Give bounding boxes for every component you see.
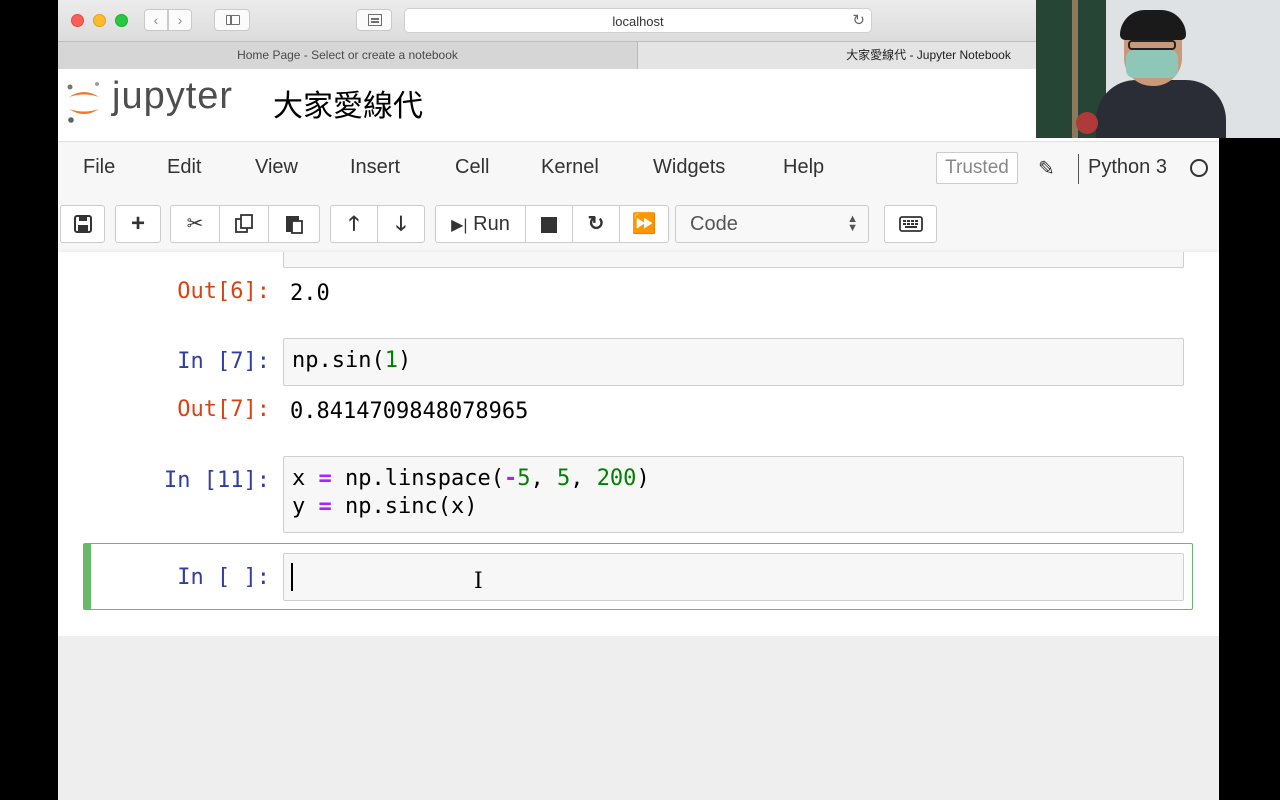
code-line: np.sin(1) xyxy=(292,348,411,373)
address-bar[interactable]: localhost ↻ xyxy=(404,8,872,33)
run-button-label: Run xyxy=(473,213,510,235)
stop-icon xyxy=(541,216,557,233)
input-prompt: In [7]: xyxy=(177,349,270,374)
reload-icon[interactable]: ↻ xyxy=(852,11,865,29)
code-number: 5 xyxy=(556,466,571,491)
run-button[interactable]: ▶| Run xyxy=(435,205,526,243)
code-operator: - xyxy=(503,466,518,491)
kernel-idle-indicator-icon xyxy=(1190,159,1208,177)
plus-icon: + xyxy=(130,210,145,237)
save-button[interactable] xyxy=(60,205,105,243)
back-button[interactable]: ‹ xyxy=(144,9,168,31)
chevron-right-icon: › xyxy=(177,12,183,28)
code-number: 200 xyxy=(596,466,637,491)
menu-view[interactable]: View xyxy=(255,156,298,179)
select-arrows-icon: ▲ ▼ xyxy=(847,213,858,234)
restart-icon: ↻ xyxy=(587,213,605,235)
cam-face-mask xyxy=(1126,50,1178,78)
edit-pencil-icon[interactable]: ✎ xyxy=(1038,156,1055,181)
jupyter-logo-text: jupyter xyxy=(112,75,234,117)
insert-cell-button[interactable]: + xyxy=(115,205,161,243)
save-icon xyxy=(73,215,92,233)
code-number: 5 xyxy=(517,466,531,491)
cam-flag-patch xyxy=(1076,112,1098,134)
output-prompt: Out[6]: xyxy=(177,279,270,304)
keyboard-icon xyxy=(898,216,923,232)
input-prompt: In [11]: xyxy=(164,468,270,493)
code-line: y = np.sinc(x) xyxy=(292,494,478,519)
menu-kernel[interactable]: Kernel xyxy=(541,156,599,179)
interrupt-kernel-button[interactable] xyxy=(525,205,573,243)
minimize-window-button[interactable] xyxy=(93,14,106,27)
cam-person-hair xyxy=(1120,10,1186,40)
output-prompt: Out[7]: xyxy=(177,397,270,422)
forward-button[interactable]: › xyxy=(168,9,192,31)
kernel-name: Python 3 xyxy=(1088,156,1167,178)
cell-output: 0.8414709848078965 xyxy=(290,399,529,424)
code-number: 1 xyxy=(384,348,398,373)
close-window-button[interactable] xyxy=(71,14,84,27)
zoom-window-button[interactable] xyxy=(115,14,128,27)
code-operator: = xyxy=(318,494,332,519)
sidebar-icon xyxy=(226,15,240,25)
sidebar-toggle-button[interactable] xyxy=(214,9,250,31)
cell-output: 2.0 xyxy=(290,281,330,306)
menu-cell[interactable]: Cell xyxy=(455,156,489,179)
menu-edit[interactable]: Edit xyxy=(167,156,201,179)
notebook-container: Out[6]: 2.0 In [7]: np.sin(1) Out[7]: 0.… xyxy=(58,252,1219,636)
move-down-button[interactable]: 🡓 xyxy=(377,205,425,243)
menu-widgets[interactable]: Widgets xyxy=(653,156,725,179)
trusted-indicator[interactable]: Trusted xyxy=(936,152,1018,184)
arrow-down-icon: 🡓 xyxy=(395,213,407,235)
paste-icon xyxy=(286,216,303,234)
chevron-left-icon: ‹ xyxy=(153,12,159,28)
cell-type-select[interactable]: Code ▲ ▼ xyxy=(675,205,869,243)
arrow-up-icon: 🡑 xyxy=(348,213,360,235)
step-forward-icon: ▶| xyxy=(451,217,468,234)
code-cell-input-partial[interactable] xyxy=(283,252,1184,268)
fast-forward-icon: ⏩ xyxy=(631,213,657,235)
tab-home-page[interactable]: Home Page - Select or create a notebook xyxy=(58,42,638,69)
jupyter-logo-icon[interactable] xyxy=(66,79,102,125)
menu-file[interactable]: File xyxy=(83,156,115,179)
cam-glasses xyxy=(1128,40,1176,50)
code-token: ( xyxy=(371,348,385,373)
code-token: ) xyxy=(397,348,412,373)
copy-icon xyxy=(235,214,253,233)
restart-kernel-button[interactable]: ↻ xyxy=(572,205,620,243)
reader-icon xyxy=(368,14,382,26)
menu-insert[interactable]: Insert xyxy=(350,156,400,179)
notebook-title[interactable]: 大家愛線代 xyxy=(273,81,423,125)
input-prompt: In [ ]: xyxy=(177,565,270,590)
text-cursor xyxy=(291,563,293,591)
cam-person-body xyxy=(1096,80,1226,138)
menubar: File Edit View Insert Cell Kernel Widget… xyxy=(58,142,1219,195)
webcam-overlay xyxy=(1036,0,1280,138)
menu-help[interactable]: Help xyxy=(783,156,824,179)
scissors-icon: ✂ xyxy=(186,213,204,235)
kernel-divider xyxy=(1078,154,1079,184)
move-up-button[interactable]: 🡑 xyxy=(330,205,378,243)
paste-button[interactable] xyxy=(268,205,320,243)
code-operator: = xyxy=(318,466,332,491)
cell-type-value: Code xyxy=(690,213,738,235)
restart-run-all-button[interactable]: ⏩ xyxy=(619,205,669,243)
code-cell-input-active[interactable] xyxy=(283,553,1184,601)
cut-button[interactable]: ✂ xyxy=(170,205,220,243)
code-line: x = np.linspace(-5, 5, 200) xyxy=(292,466,650,491)
code-cell-input[interactable]: x = np.linspace(-5, 5, 200) y = np.sinc(… xyxy=(283,456,1184,533)
code-token: np.sin xyxy=(292,348,372,373)
notebook-toolbar: + ✂ 🡑 🡓 ▶| Run ↻ ⏩ Code ▲ ▼ xyxy=(58,194,1219,252)
copy-button[interactable] xyxy=(219,205,269,243)
code-cell-input[interactable]: np.sin(1) xyxy=(283,338,1184,386)
notebook-background xyxy=(58,636,1219,800)
command-palette-button[interactable] xyxy=(884,205,937,243)
reader-button[interactable] xyxy=(356,9,392,31)
url-text: localhost xyxy=(612,14,664,29)
ibeam-cursor-icon: I xyxy=(474,569,483,594)
